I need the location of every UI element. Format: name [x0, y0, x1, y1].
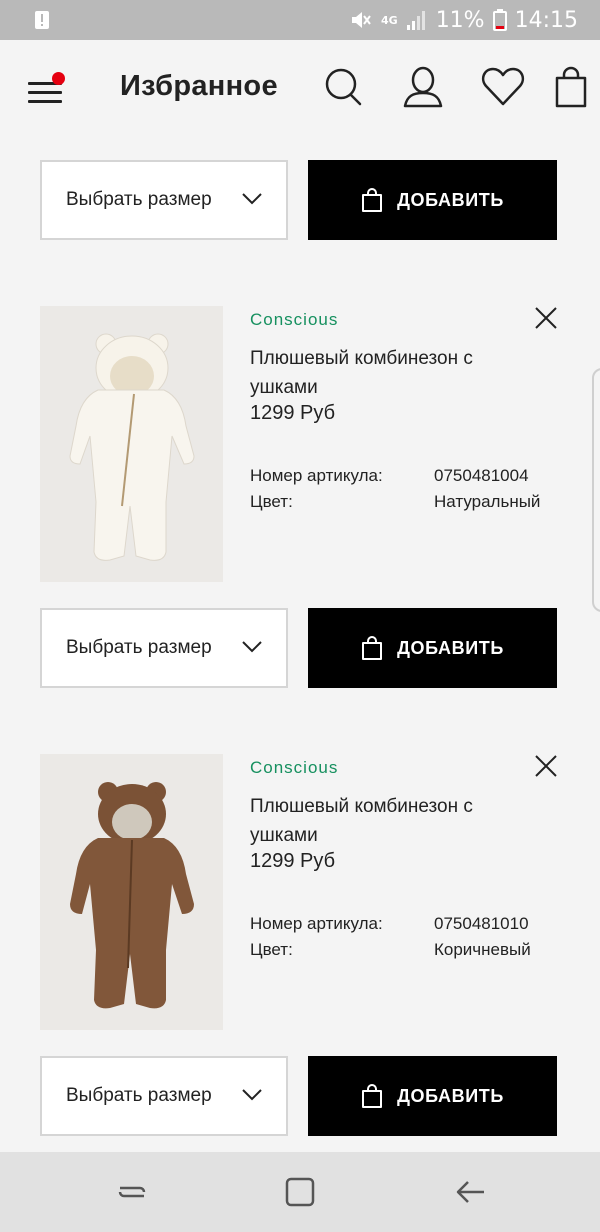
- article-label: Номер артикула:: [250, 914, 383, 933]
- white-jumpsuit-illustration: [40, 306, 223, 582]
- mute-icon: [352, 12, 371, 28]
- add-button-label: ДОБАВИТЬ: [397, 189, 504, 210]
- notification-dot: [52, 72, 65, 85]
- product-name[interactable]: Плюшевый комбинезон с ушками: [250, 344, 490, 402]
- size-select-label: Выбрать размер: [66, 1085, 212, 1106]
- clock: 14:15: [514, 7, 578, 33]
- product-card: Conscious Плюшевый комбинезон с ушками 1…: [40, 754, 560, 1030]
- item-actions: Выбрать размер ДОБАВИТЬ: [40, 160, 557, 240]
- add-button-label: ДОБАВИТЬ: [397, 637, 504, 658]
- menu-button[interactable]: [28, 72, 68, 108]
- article-number: 0750481010: [434, 914, 529, 933]
- size-select-label: Выбрать размер: [66, 637, 212, 658]
- add-to-bag-button[interactable]: ДОБАВИТЬ: [308, 160, 557, 240]
- product-name[interactable]: Плюшевый комбинезон с ушками: [250, 792, 490, 850]
- add-button-label: ДОБАВИТЬ: [397, 1085, 504, 1106]
- battery-icon: [492, 9, 507, 31]
- product-image[interactable]: [40, 306, 223, 582]
- product-image[interactable]: [40, 754, 223, 1030]
- close-icon[interactable]: [534, 754, 558, 778]
- conscious-tag: Conscious: [250, 758, 339, 777]
- brown-jumpsuit-illustration: [40, 754, 223, 1030]
- bag-icon: [362, 636, 383, 660]
- size-select[interactable]: Выбрать размер: [40, 608, 288, 688]
- battery-percent: 11%: [435, 7, 485, 33]
- add-to-bag-button[interactable]: ДОБАВИТЬ: [308, 1056, 557, 1136]
- network-type: 4G: [381, 13, 398, 27]
- bag-icon: [362, 188, 383, 212]
- notification-icon: [35, 11, 49, 29]
- page-title: Избранное: [120, 70, 278, 102]
- product-price: 1299 Руб: [250, 402, 336, 424]
- color-label: Цвет:: [250, 940, 293, 959]
- conscious-tag: Conscious: [250, 310, 339, 329]
- header: Избранное: [0, 40, 600, 140]
- product-card: Conscious Плюшевый комбинезон с ушками 1…: [40, 306, 560, 582]
- bag-icon[interactable]: [554, 66, 588, 108]
- recent-apps-icon[interactable]: [114, 1174, 150, 1210]
- size-select-label: Выбрать размер: [66, 189, 212, 210]
- edge-panel-handle[interactable]: [592, 368, 600, 612]
- status-bar: 4G 11% 14:15: [0, 0, 600, 40]
- size-select[interactable]: Выбрать размер: [40, 1056, 288, 1136]
- item-actions: Выбрать размер ДОБАВИТЬ: [40, 1056, 557, 1136]
- chevron-down-icon: [242, 1089, 262, 1101]
- home-icon[interactable]: [282, 1174, 318, 1210]
- color-label: Цвет:: [250, 492, 293, 511]
- size-select[interactable]: Выбрать размер: [40, 160, 288, 240]
- chevron-down-icon: [242, 193, 262, 205]
- bag-icon: [362, 1084, 383, 1108]
- search-icon[interactable]: [324, 66, 364, 108]
- signal-icon: [406, 11, 425, 30]
- back-icon[interactable]: [452, 1174, 488, 1210]
- article-number: 0750481004: [434, 466, 529, 485]
- item-actions: Выбрать размер ДОБАВИТЬ: [40, 608, 557, 688]
- article-label: Номер артикула:: [250, 466, 383, 485]
- system-nav-bar: [0, 1152, 600, 1232]
- color-value: Коричневый: [434, 940, 531, 959]
- heart-icon[interactable]: [481, 66, 525, 108]
- chevron-down-icon: [242, 641, 262, 653]
- color-value: Натуральный: [434, 492, 541, 511]
- close-icon[interactable]: [534, 306, 558, 330]
- account-icon[interactable]: [402, 66, 444, 108]
- product-price: 1299 Руб: [250, 850, 336, 872]
- add-to-bag-button[interactable]: ДОБАВИТЬ: [308, 608, 557, 688]
